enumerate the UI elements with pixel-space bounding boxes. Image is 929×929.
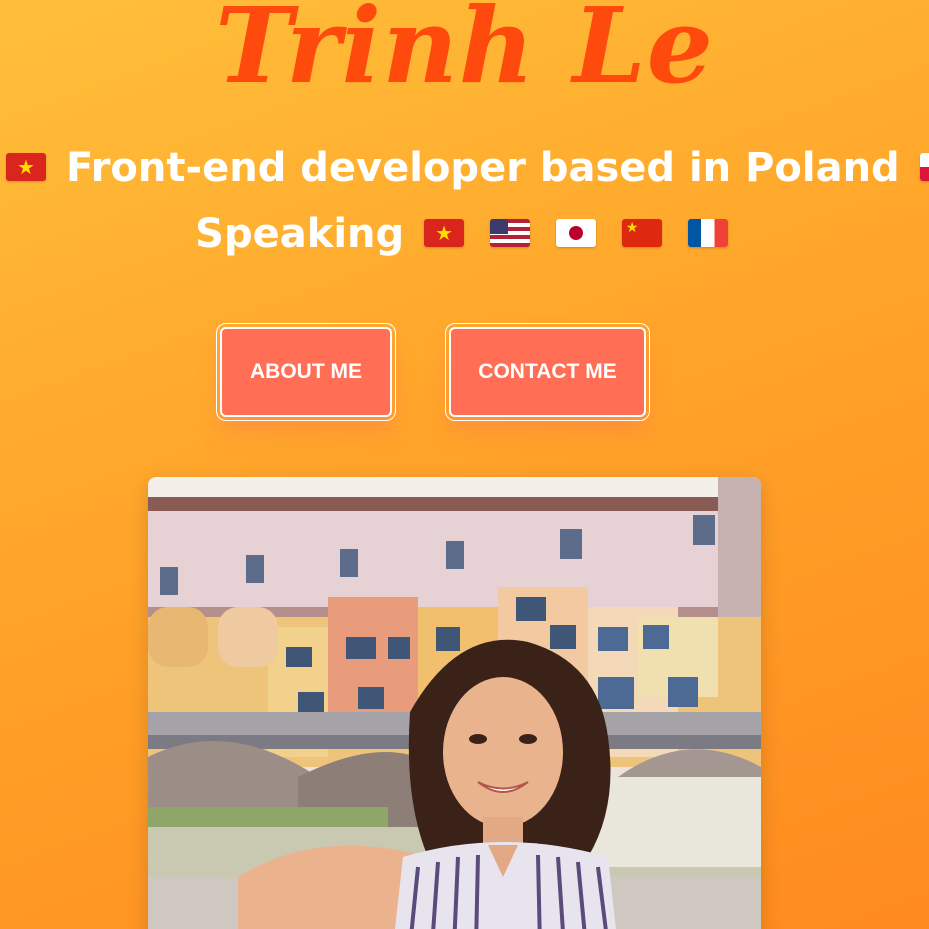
tagline: Front-end developer based in Poland (0, 144, 929, 192)
china-flag-icon (621, 219, 662, 247)
site-title: Trinh Le (215, 0, 714, 107)
japan-flag-icon (555, 219, 596, 247)
poland-flag-icon (919, 153, 929, 181)
tagline-text: Front-end developer based in Poland (65, 145, 900, 191)
france-flag-icon (687, 219, 728, 247)
usa-flag-icon (490, 219, 531, 247)
landing-page: Trinh Le Front-end developer based in Po… (0, 0, 929, 929)
vietnam-flag-icon (6, 153, 46, 181)
contact-me-button[interactable]: CONTACT ME (445, 323, 650, 421)
profile-photo (148, 477, 761, 929)
about-me-button[interactable]: ABOUT ME (216, 323, 396, 421)
vietnam-flag-icon (424, 219, 465, 247)
languages-line: Speaking (0, 210, 929, 258)
speaking-label: Speaking (195, 211, 405, 257)
